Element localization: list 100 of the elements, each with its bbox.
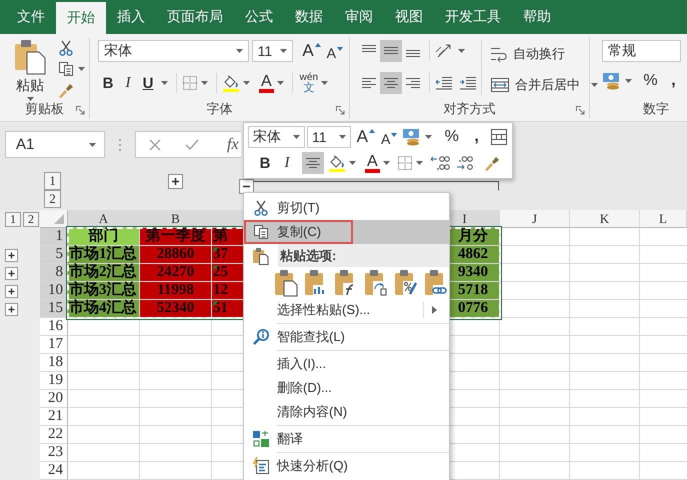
column-header[interactable]: K: [570, 210, 640, 228]
table-cell[interactable]: 市场1汇总: [68, 246, 140, 264]
expand-icon[interactable]: [5, 302, 18, 316]
clipboard-arrows-icon[interactable]: [364, 268, 388, 296]
menu-item[interactable]: 删除(D)...: [244, 376, 449, 400]
expand-icon[interactable]: [5, 248, 18, 262]
row-header[interactable]: 1: [40, 228, 68, 246]
outline-level-button[interactable]: 1: [44, 172, 61, 190]
menu-item[interactable]: 清除内容(N): [244, 400, 449, 424]
row-header[interactable]: 18: [40, 354, 68, 372]
caret-icon[interactable]: [625, 79, 632, 83]
ribbon-tab[interactable]: 文件: [6, 0, 56, 34]
font-size-field[interactable]: 11: [307, 126, 351, 148]
row-header[interactable]: 20: [40, 390, 68, 408]
menu-item[interactable]: 快速分析(Q): [244, 454, 449, 478]
cancel-icon[interactable]: [149, 138, 161, 150]
table-cell[interactable]: 市场2汇总: [68, 264, 140, 282]
fill-color-icon[interactable]: [328, 154, 346, 172]
formula-bar[interactable]: fx: [135, 131, 241, 158]
row-header[interactable]: 24: [40, 462, 68, 480]
column-header[interactable]: B: [140, 210, 212, 228]
decrease-font-button[interactable]: A: [326, 44, 343, 60]
copy-icon[interactable]: [58, 61, 74, 77]
center-align-button[interactable]: [380, 72, 402, 94]
caret-icon[interactable]: [201, 81, 208, 85]
bold-button[interactable]: B: [254, 152, 276, 174]
ribbon-tab[interactable]: 数据: [284, 0, 334, 34]
accounting-format-icon[interactable]: [602, 72, 622, 90]
row-header[interactable]: 8: [40, 264, 68, 282]
expand-icon[interactable]: [5, 266, 18, 280]
paste-button[interactable]: 粘贴: [10, 38, 50, 99]
center-align-button[interactable]: [302, 152, 324, 174]
caret-icon[interactable]: [243, 81, 250, 85]
row-header[interactable]: 5: [40, 246, 68, 264]
clipboard-chain-icon[interactable]: [424, 268, 448, 296]
merge-center-button[interactable]: 合并后居中: [490, 76, 598, 95]
ribbon-tab[interactable]: 视图: [384, 0, 434, 34]
font-color-button[interactable]: A: [259, 74, 274, 92]
insert-function-button[interactable]: fx: [227, 136, 239, 154]
table-cell[interactable]: 部门: [68, 228, 140, 246]
column-header[interactable]: L: [640, 210, 687, 228]
wrap-text-button[interactable]: 自动换行: [490, 44, 598, 64]
increase-font-button[interactable]: A: [302, 41, 321, 61]
font-color-button[interactable]: A: [365, 154, 380, 172]
ribbon-tab[interactable]: 公式: [234, 0, 284, 34]
ribbon-tab[interactable]: 帮助: [512, 0, 562, 34]
caret-icon[interactable]: [78, 67, 85, 71]
italic-button[interactable]: I: [276, 152, 298, 174]
borders-icon[interactable]: [396, 155, 413, 171]
outline-level-button[interactable]: 1: [5, 212, 21, 226]
dialog-launcher-icon[interactable]: [76, 106, 85, 115]
menu-item[interactable]: 翻译: [244, 427, 449, 451]
row-header[interactable]: 10: [40, 282, 68, 300]
outline-level-button[interactable]: 2: [23, 212, 39, 226]
clipboard-page-icon[interactable]: [274, 268, 298, 296]
bold-button[interactable]: B: [98, 72, 118, 94]
increase-decimal-icon[interactable]: [430, 155, 450, 171]
decrease-indent-icon[interactable]: [435, 76, 453, 90]
ribbon-tab[interactable]: 开发工具: [434, 0, 512, 34]
font-name-field[interactable]: 宋体: [98, 40, 249, 62]
ribbon-tab[interactable]: 审阅: [334, 0, 384, 34]
dialog-launcher-icon[interactable]: [576, 106, 585, 115]
menu-item[interactable]: 智能查找(L): [244, 325, 449, 349]
middle-align-button[interactable]: [380, 40, 402, 62]
format-painter-icon[interactable]: [484, 155, 500, 171]
caret-icon[interactable]: [161, 81, 168, 85]
comma-button[interactable]: ,: [666, 72, 681, 90]
row-header[interactable]: 19: [40, 372, 68, 390]
underline-button[interactable]: U: [138, 72, 158, 94]
font-size-field[interactable]: 11: [252, 40, 294, 62]
increase-font-button[interactable]: A: [356, 127, 375, 147]
expand-icon[interactable]: [168, 174, 183, 189]
table-cell[interactable]: 市场4汇总: [68, 300, 140, 318]
caret-icon[interactable]: [458, 49, 465, 53]
row-header[interactable]: 17: [40, 336, 68, 354]
expand-icon[interactable]: [5, 284, 18, 298]
fill-color-icon[interactable]: [222, 74, 240, 92]
increase-indent-icon[interactable]: [459, 76, 477, 90]
font-name-field[interactable]: 宋体: [248, 126, 306, 148]
comma-button[interactable]: ,: [468, 128, 485, 146]
number-format-field[interactable]: 常规: [602, 40, 681, 62]
row-header[interactable]: 22: [40, 426, 68, 444]
caret-icon[interactable]: [425, 135, 432, 139]
format-painter-icon[interactable]: [58, 82, 74, 98]
row-header[interactable]: 16: [40, 318, 68, 336]
enter-icon[interactable]: [185, 138, 199, 150]
outline-level-button[interactable]: 2: [44, 190, 61, 208]
column-header[interactable]: J: [500, 210, 570, 228]
dialog-launcher-icon[interactable]: [336, 106, 345, 115]
row-header[interactable]: 23: [40, 444, 68, 462]
clipboard-brush-icon[interactable]: [394, 268, 418, 296]
row-header[interactable]: 21: [40, 408, 68, 426]
ribbon-tab[interactable]: 开始: [56, 2, 106, 34]
menu-item[interactable]: 复制(C): [244, 220, 449, 244]
decrease-font-button[interactable]: A: [380, 130, 398, 146]
row-header[interactable]: 15: [40, 300, 68, 318]
percent-button[interactable]: %: [443, 128, 460, 146]
phonetic-guide-button[interactable]: wén 文: [300, 73, 318, 93]
borders-icon[interactable]: [182, 75, 198, 91]
caret-icon[interactable]: [321, 81, 328, 85]
